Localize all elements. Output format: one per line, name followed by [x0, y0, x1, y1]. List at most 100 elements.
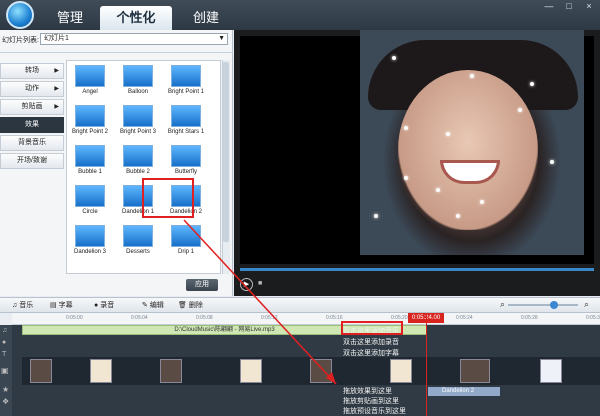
- effect-thumbnail: [75, 185, 105, 207]
- toolbar-label: 音乐: [19, 302, 34, 309]
- slide-clip[interactable]: [160, 359, 182, 383]
- effect-label: Angel: [82, 89, 98, 95]
- slide-list-value: 幻灯片1: [44, 35, 69, 42]
- effect-thumbnail: [171, 225, 201, 247]
- transition-clip[interactable]: [90, 359, 112, 383]
- effect-item[interactable]: Circle: [69, 185, 111, 215]
- tab-manage[interactable]: 管理: [44, 6, 96, 30]
- record-track-icon: ●: [2, 339, 7, 346]
- toolbar-icon: ▤: [50, 302, 57, 309]
- effect-thumbnail: [123, 65, 153, 87]
- toolbar-icon: 🗑: [178, 302, 187, 309]
- effect-item[interactable]: Angel: [69, 65, 111, 95]
- slide-clip[interactable]: [310, 359, 332, 383]
- slide-clip[interactable]: [30, 359, 52, 383]
- toolbar-icon: ●: [94, 302, 99, 309]
- toolbar-item[interactable]: ● 录音: [94, 300, 114, 310]
- tab-personalize[interactable]: 个性化: [100, 6, 172, 30]
- hint-drop-clipart[interactable]: 拖放剪贴画到这里: [343, 396, 399, 406]
- category-item[interactable]: 背景音乐: [0, 135, 64, 151]
- chevron-right-icon: ▶: [54, 68, 59, 74]
- ruler-tick-label: 0:05:24: [456, 315, 473, 321]
- effect-item[interactable]: Bright Point 1: [165, 65, 207, 95]
- toolbar-label: 编辑: [149, 302, 164, 309]
- stop-icon[interactable]: ■: [258, 280, 268, 289]
- category-item[interactable]: 效果: [0, 117, 64, 133]
- chevron-right-icon: ▶: [54, 104, 59, 110]
- track-icon-column: ♫ ● T ▣ ★ ❖: [0, 325, 12, 416]
- zoom-slider-knob[interactable]: [550, 301, 558, 309]
- minimize-icon[interactable]: —: [540, 0, 558, 12]
- hint-add-recording[interactable]: 双击这里添加录音: [343, 337, 399, 347]
- video-track-icon: ▣: [1, 366, 9, 375]
- effect-thumbnail: [171, 105, 201, 127]
- category-label: 开场/致谢: [17, 157, 47, 164]
- effect-label: Bright Point 2: [71, 129, 109, 135]
- effect-item[interactable]: Desserts: [117, 225, 159, 255]
- playback-progress[interactable]: [240, 268, 594, 271]
- effect-item[interactable]: Bright Point 3: [117, 105, 159, 135]
- effect-item[interactable]: Bubble 2: [117, 145, 159, 175]
- chevron-down-icon: ▼: [218, 35, 225, 42]
- hint-drop-effect[interactable]: 拖放效果到这里: [343, 386, 392, 396]
- tab-create[interactable]: 创建: [180, 6, 232, 30]
- maximize-icon[interactable]: □: [560, 0, 578, 12]
- effect-label: Circle: [82, 209, 98, 215]
- slide-clip[interactable]: [460, 359, 490, 383]
- close-icon[interactable]: ×: [580, 0, 598, 12]
- transition-clip[interactable]: [390, 359, 412, 383]
- effect-clip[interactable]: Dandelion 2: [428, 387, 500, 396]
- category-item[interactable]: 开场/致谢: [0, 153, 64, 169]
- transition-clip[interactable]: [240, 359, 262, 383]
- hint-drop-music[interactable]: 拖放预设音乐到这里: [343, 406, 406, 416]
- window-controls: — □ ×: [540, 0, 600, 14]
- category-label: 效果: [25, 121, 39, 128]
- effect-item[interactable]: Bright Stars 1: [165, 105, 207, 135]
- effect-item[interactable]: Bright Point 2: [69, 105, 111, 135]
- effect-label: Bubble 2: [126, 169, 150, 175]
- transition-clip[interactable]: [540, 359, 562, 383]
- toolbar-item[interactable]: ✎ 编辑: [142, 300, 164, 310]
- effects-scroll-thumb[interactable]: [223, 62, 229, 242]
- effect-item[interactable]: Butterfly: [165, 145, 207, 175]
- category-item[interactable]: 动作 ▶: [0, 81, 64, 97]
- effect-item[interactable]: Drip 1: [165, 225, 207, 255]
- effect-thumbnail: [171, 65, 201, 87]
- zoom-out-icon[interactable]: ⌕: [500, 299, 505, 310]
- zoom-in-icon[interactable]: ⌕: [584, 299, 589, 310]
- category-label: 转场: [25, 67, 39, 74]
- toolbar-item[interactable]: ♫ 音乐: [12, 300, 33, 310]
- effect-item[interactable]: Dandelion 3: [69, 225, 111, 255]
- toolbar-item[interactable]: ▤ 字幕: [50, 300, 73, 310]
- ruler-tick-label: 0:05:32: [586, 315, 600, 321]
- chevron-right-icon: ▶: [54, 86, 59, 92]
- photo-face: [398, 70, 538, 230]
- slide-list-select[interactable]: 幻灯片1 ▼: [40, 33, 228, 45]
- category-label: 动作: [25, 85, 39, 92]
- zoom-slider[interactable]: [508, 304, 578, 306]
- effect-label: Drip 1: [177, 249, 194, 255]
- category-item[interactable]: 剪贴画 ▶: [0, 99, 64, 115]
- effects-grid: Angel Balloon Bright Point 1 Bright Point 2…: [66, 60, 221, 274]
- effect-label: Dandelion 3: [73, 249, 107, 255]
- effect-track-icon: ★: [2, 385, 10, 394]
- effect-item[interactable]: Balloon: [117, 65, 159, 95]
- apply-button[interactable]: 应用: [186, 279, 218, 291]
- playhead[interactable]: [426, 313, 427, 416]
- effect-thumbnail: [123, 145, 153, 167]
- timeline-ruler[interactable]: [12, 313, 600, 325]
- effect-label: Bubble 1: [78, 169, 102, 175]
- effect-item[interactable]: Bubble 1: [69, 145, 111, 175]
- selected-effect-highlight: [142, 178, 194, 218]
- toolbar-item[interactable]: 🗑 删除: [178, 300, 203, 310]
- effect-thumbnail: [75, 65, 105, 87]
- play-button[interactable]: ▶: [240, 278, 253, 291]
- toolbar-label: 录音: [100, 302, 115, 309]
- category-item[interactable]: 转场 ▶: [0, 63, 64, 79]
- toolbar-label: 删除: [188, 302, 203, 309]
- ruler-tick-label: 0:05:00: [66, 315, 83, 321]
- toolbar-icon: ✎: [142, 302, 148, 309]
- effect-thumbnail: [171, 145, 201, 167]
- effect-thumbnail: [75, 225, 105, 247]
- toolbar-icon: ♫: [12, 302, 18, 309]
